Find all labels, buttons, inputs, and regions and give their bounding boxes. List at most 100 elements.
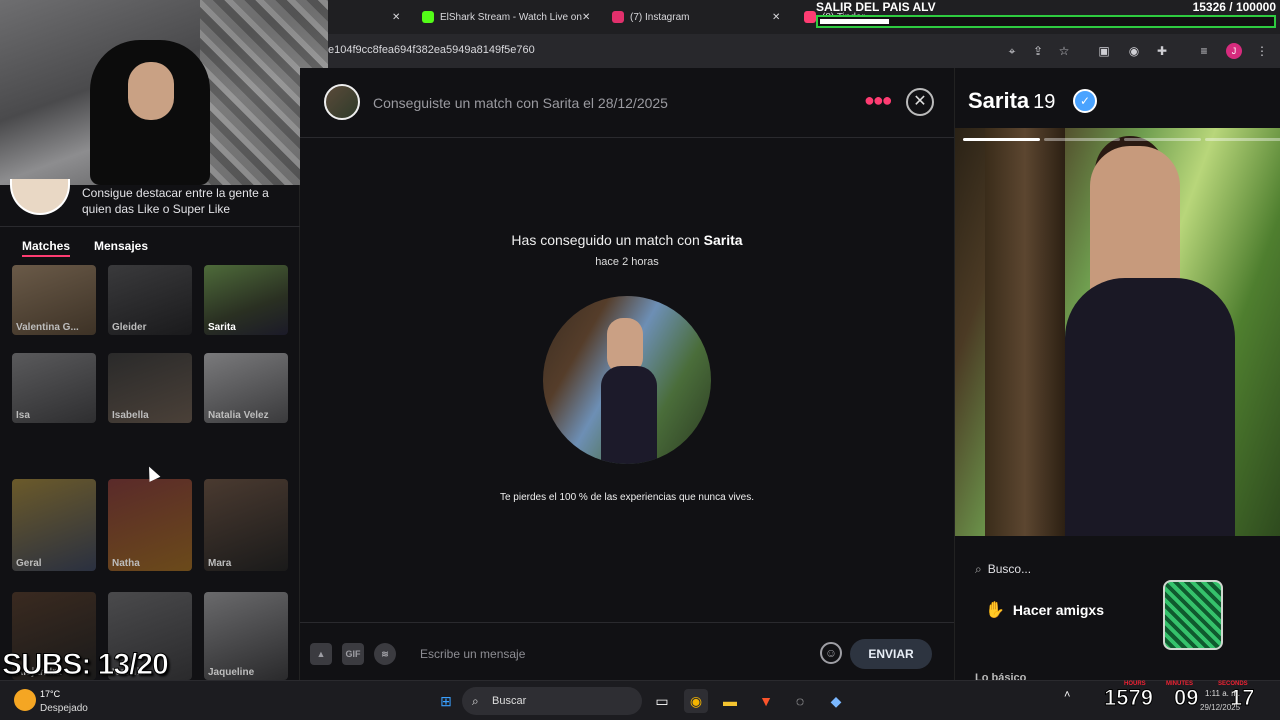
match-avatar[interactable]	[324, 84, 360, 120]
close-tab-icon[interactable]: ✕	[384, 4, 404, 30]
looking-for-text: Busco...	[987, 562, 1032, 576]
match-card[interactable]: Gleider	[108, 265, 192, 335]
tray-chevron-icon[interactable]: ˄	[1064, 689, 1070, 701]
match-name: Valentina G...	[16, 322, 79, 333]
kick-icon	[422, 11, 434, 23]
match-card[interactable]: Valentina G...	[12, 265, 96, 335]
location-icon[interactable]: ⌖	[1004, 43, 1020, 59]
taskbar: 17°C Despejado ⊞ ⌕ Buscar ▭ ◉ ▬ ▼ ◌ ◆ ˄ H…	[0, 680, 1280, 720]
match-card[interactable]: Isabella	[108, 353, 192, 423]
photo-indicator	[963, 138, 1280, 141]
promo-text[interactable]: Consigue destacar entre la gente a quien…	[82, 185, 292, 217]
photo-indicator-bar[interactable]	[1204, 138, 1280, 141]
gif-button[interactable]: GIF	[342, 643, 364, 665]
promo-avatar	[10, 179, 70, 215]
menu-icon[interactable]: ⋮	[1254, 43, 1270, 59]
match-photo[interactable]	[543, 296, 711, 464]
windows-start-icon[interactable]: ⊞	[434, 689, 458, 713]
file-explorer-icon[interactable]: ▬	[718, 689, 742, 713]
match-name: Sarita	[208, 322, 236, 333]
share-icon[interactable]: ⇪	[1030, 43, 1046, 59]
extension-icon[interactable]: ◉	[1126, 43, 1142, 59]
match-quote: Te pierdes el 100 % de las experiencias …	[499, 492, 755, 503]
chrome-icon[interactable]: ◉	[684, 689, 708, 713]
match-card[interactable]: Geral	[12, 479, 96, 571]
match-headline: Has conseguido un match con Sarita	[328, 232, 926, 248]
tab-mensajes[interactable]: Mensajes	[94, 239, 148, 253]
system-date: 29/12/2025	[1200, 703, 1241, 712]
search-icon: ⌕	[472, 694, 479, 708]
goal-progress-fill	[820, 19, 890, 24]
match-card[interactable]: Jaqueline	[204, 592, 288, 680]
profile-photo[interactable]	[955, 128, 1280, 536]
chat-header: Conseguiste un match con Sarita el 28/12…	[300, 68, 954, 138]
system-time: 1:11 a. m.	[1205, 689, 1240, 698]
sticker-icon[interactable]: ▲	[310, 643, 332, 665]
goal-progress-bar	[816, 15, 1276, 28]
message-composer: ▲ GIF ≋ ☺ ENVIAR	[300, 622, 954, 680]
waving-hand-icon: ✋	[985, 602, 1005, 619]
close-tab-icon[interactable]: ✕	[574, 4, 594, 30]
profile-name: Sarita 19	[968, 88, 1055, 114]
clock-hours: 1579	[1104, 685, 1154, 711]
sidebar: Consigue destacar entre la gente a quien…	[0, 179, 300, 680]
match-name: Isa	[16, 410, 30, 421]
bookmark-star-icon[interactable]: ☆	[1056, 43, 1072, 59]
tab-instagram[interactable]: (7) Instagram	[604, 4, 784, 30]
chat-panel: Conseguiste un match con Sarita el 28/12…	[300, 68, 954, 680]
profile-avatar[interactable]: J	[1226, 43, 1242, 59]
steam-icon[interactable]: ◆	[824, 689, 848, 713]
goal-count: 15326 / 100000	[1192, 0, 1276, 14]
profile-panel: Sarita 19 ✓ ⌕ Busco... ✋ Hacer amigxs Lo bá…	[954, 68, 1280, 684]
match-card[interactable]: Natha	[108, 479, 192, 571]
chat-gutter	[300, 68, 328, 680]
photo-tree	[985, 128, 1065, 536]
screenshot-icon[interactable]: ▣	[1096, 43, 1112, 59]
match-prefix: Has conseguido un match con	[511, 232, 704, 248]
profile-name-text: Sarita	[968, 88, 1030, 113]
match-name: Sarita	[703, 232, 743, 248]
match-card[interactable]: Sarita	[204, 265, 288, 335]
tab-label: ElShark Stream - Watch Live on	[440, 11, 582, 23]
match-card[interactable]: Natalia Velez	[204, 353, 288, 423]
app-icon[interactable]: ◌	[788, 689, 812, 713]
match-card[interactable]: Mara	[204, 479, 288, 571]
match-name: Isabella	[112, 410, 149, 421]
tab-elshark[interactable]: ElShark Stream - Watch Live on	[414, 4, 594, 30]
match-name: Geral	[16, 558, 42, 569]
emoji-icon[interactable]: ☺	[820, 642, 842, 664]
photo-indicator-bar[interactable]	[963, 138, 1040, 141]
photo-indicator-bar[interactable]	[1043, 138, 1120, 141]
weather-icon[interactable]	[14, 689, 36, 711]
verified-badge-icon: ✓	[1073, 89, 1097, 113]
close-tab-icon[interactable]: ✕	[764, 4, 784, 30]
send-button[interactable]: ENVIAR	[850, 639, 932, 669]
more-options-icon[interactable]: ●●●	[864, 90, 893, 111]
stream-goal-overlay: SALIR DEL PAIS ALV 15326 / 100000	[812, 0, 1280, 30]
divider	[0, 226, 300, 227]
looking-for-value: ✋ Hacer amigxs	[985, 600, 1104, 620]
looking-for-label: ⌕ Busco...	[975, 562, 1031, 577]
spotify-icon[interactable]: ≋	[374, 643, 396, 665]
looking-for-value-text: Hacer amigxs	[1012, 602, 1104, 618]
close-chat-button[interactable]: ✕	[906, 88, 934, 116]
photo-subject-dress	[601, 366, 657, 464]
task-view-icon[interactable]: ▭	[650, 689, 674, 713]
match-name: Jaqueline	[208, 667, 255, 678]
brave-icon[interactable]: ▼	[754, 689, 778, 713]
photo-subject-dress	[1065, 278, 1235, 536]
chat-header-title: Conseguiste un match con Sarita el 28/12…	[373, 95, 668, 111]
search-label: Buscar	[492, 695, 527, 707]
match-name: Natha	[112, 558, 140, 569]
match-card[interactable]: Isa	[12, 353, 96, 423]
message-input[interactable]	[420, 643, 800, 665]
url-field[interactable]: e104f9cc8fea694f382ea5949a8149f5e760	[328, 44, 535, 56]
puzzle-icon[interactable]: ✚	[1154, 43, 1170, 59]
weather-temperature: 17°C	[40, 689, 61, 699]
photo-indicator-bar[interactable]	[1124, 138, 1201, 141]
tab-matches[interactable]: Matches	[22, 239, 71, 257]
media-icon[interactable]: ≡	[1196, 43, 1212, 59]
match-time: hace 2 horas	[595, 256, 659, 268]
match-name: Gleider	[112, 322, 147, 333]
taskbar-search[interactable]: ⌕ Buscar	[462, 687, 642, 715]
